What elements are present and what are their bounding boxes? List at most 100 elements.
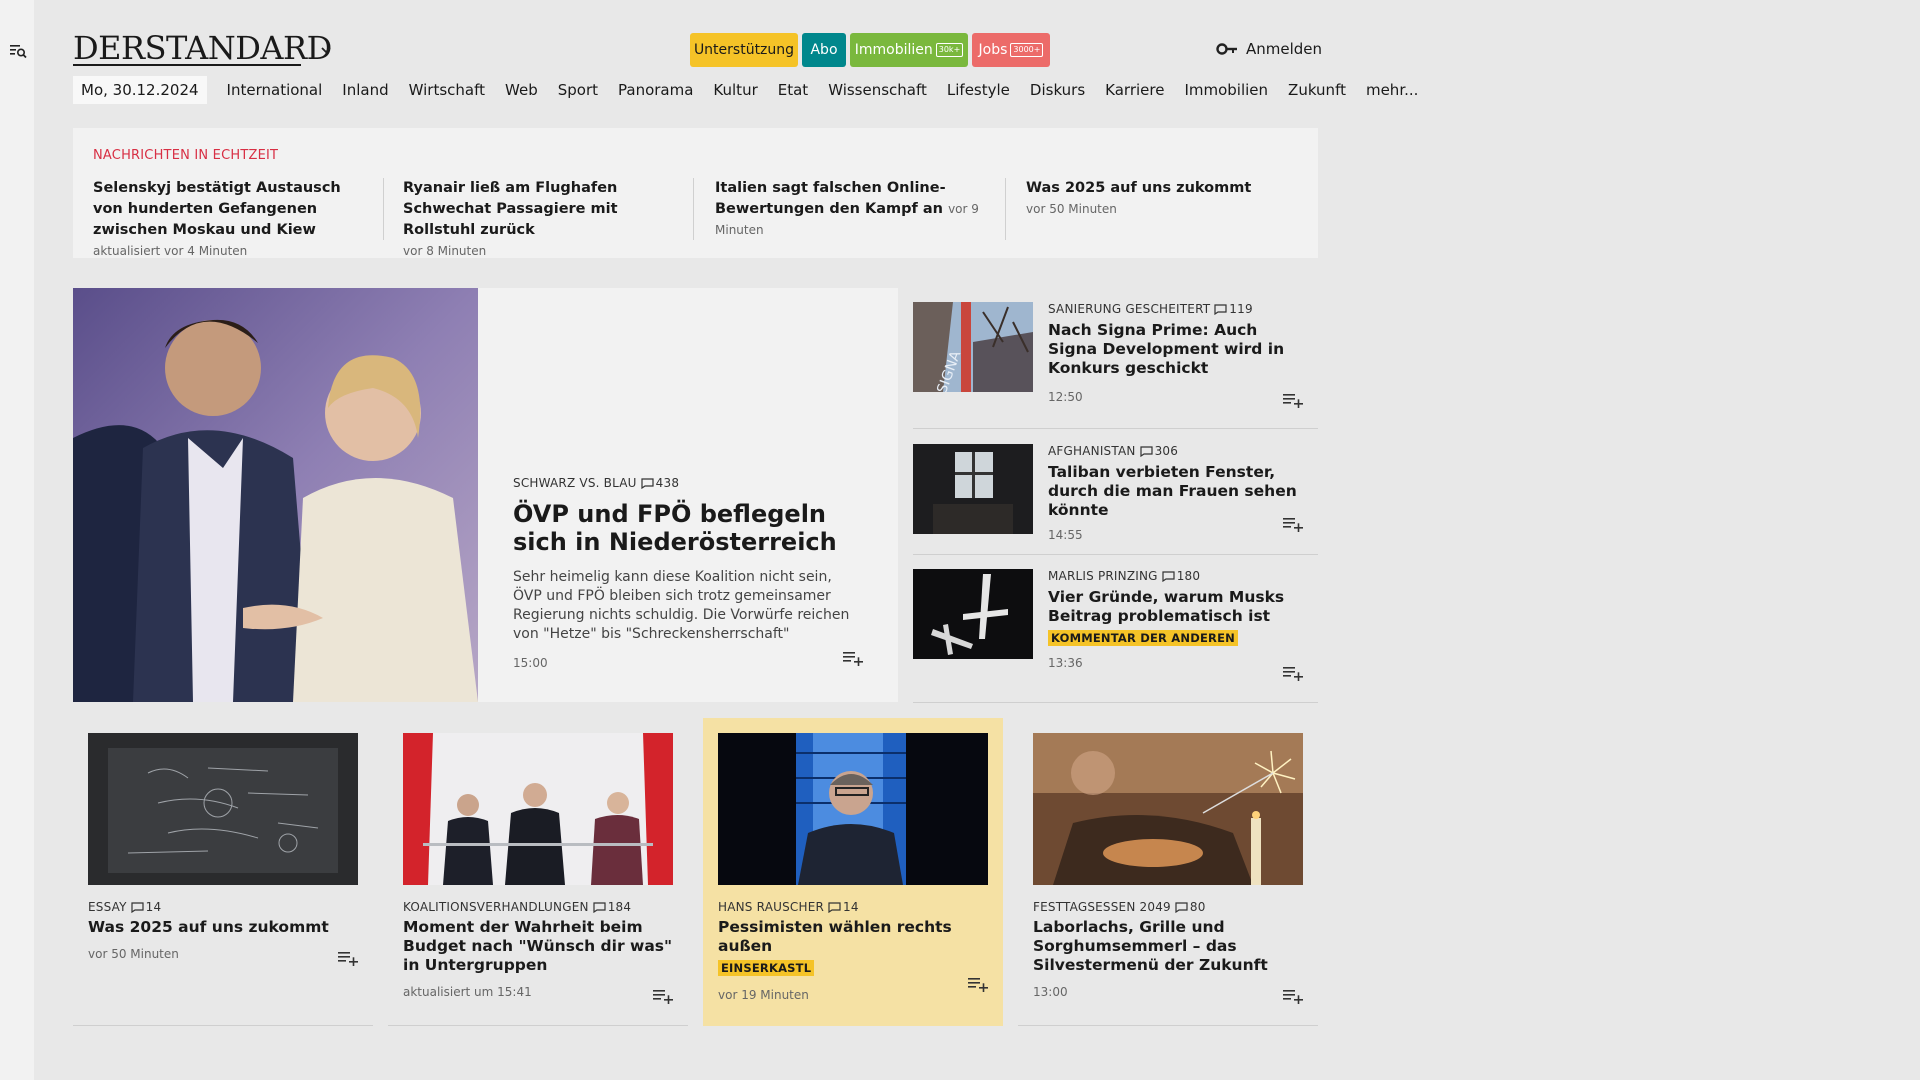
comment-count-value: 184: [607, 900, 632, 914]
side-story-comment-count[interactable]: 306: [1139, 444, 1179, 458]
divider: [73, 1025, 373, 1026]
card-title[interactable]: Laborlachs, Grille und Sorghumsemmerl – …: [1033, 918, 1303, 975]
side-story-title[interactable]: Nach Signa Prime: Auch Signa Development…: [1048, 321, 1308, 378]
ticker-headline: Ryanair ließ am Flughafen Schwechat Pass…: [403, 180, 618, 238]
nav-lifestyle[interactable]: Lifestyle: [947, 81, 1010, 99]
side-story-content: AFGHANISTAN 306 Taliban verbieten Fenste…: [1048, 444, 1308, 542]
hero-image: [73, 288, 478, 702]
ticker-meta: vor 8 Minuten: [403, 244, 487, 258]
ticker-headline: Italien sagt falschen Online-Bewer­tunge…: [715, 180, 946, 217]
divider: [913, 428, 1318, 429]
side-story[interactable]: MARLIS PRINZING 180 Vier Gründe, warum M…: [913, 569, 1318, 701]
nav-immobilien[interactable]: Immobilien: [1184, 81, 1268, 99]
add-to-list-icon[interactable]: [1283, 392, 1303, 408]
side-story-title[interactable]: Taliban verbieten Fenster, durch die man…: [1048, 463, 1308, 520]
hero-comment-count[interactable]: 438: [641, 476, 680, 490]
nav-etat[interactable]: Etat: [778, 81, 808, 99]
nav-wissenschaft[interactable]: Wissenschaft: [828, 81, 927, 99]
abo-label: Abo: [810, 42, 838, 58]
card-comment-count[interactable]: 80: [1175, 900, 1206, 914]
comment-count-value: 306: [1154, 444, 1179, 458]
card-kicker: KOALITIONSVERHANDLUNGEN 184: [403, 900, 673, 914]
ticker-item[interactable]: Italien sagt falschen Online-Bewer­tunge…: [715, 178, 995, 241]
card-comment-count[interactable]: 14: [131, 900, 162, 914]
nav-panorama[interactable]: Panorama: [618, 81, 693, 99]
site-logo[interactable]: DERSTANDARD: [73, 28, 332, 68]
login-button[interactable]: Anmelden: [1216, 38, 1322, 60]
nav-inland[interactable]: Inland: [342, 81, 388, 99]
comment-count-value: 119: [1229, 302, 1253, 316]
hero-teaser: Sehr heimelig kann diese Koalition nicht…: [513, 569, 850, 642]
story-card[interactable]: FESTTAGSESSEN 2049 80 Laborlachs, Grille…: [1018, 718, 1318, 1026]
card-comment-count[interactable]: 184: [593, 900, 632, 914]
story-card[interactable]: KOALITIONSVERHANDLUNGEN 184 Moment der W…: [388, 718, 688, 1026]
add-to-list-icon[interactable]: [1283, 665, 1303, 681]
nav-wirtschaft[interactable]: Wirtschaft: [409, 81, 485, 99]
comment-icon: [1162, 570, 1175, 582]
nav-web[interactable]: Web: [505, 81, 538, 99]
story-card[interactable]: ESSAY 14 Was 2025 auf uns zukommt vor 50…: [73, 718, 373, 1026]
card-title[interactable]: Pessimisten wählen rechts außen: [718, 918, 988, 956]
ticker-item[interactable]: Selenskyj bestätigt Austausch von hunder…: [93, 178, 373, 262]
nav-international[interactable]: International: [227, 81, 323, 99]
menu-search-icon[interactable]: [9, 42, 27, 60]
side-story-comment-count[interactable]: 180: [1162, 569, 1201, 583]
add-to-list-icon[interactable]: [1283, 988, 1303, 1004]
side-story-comment-count[interactable]: 119: [1214, 302, 1253, 316]
immobilien-badge: 30k+: [935, 43, 964, 57]
hero-story[interactable]: SCHWARZ VS. BLAU 438 ÖVP und FPÖ beflege…: [73, 288, 898, 702]
nav-karriere[interactable]: Karriere: [1105, 81, 1164, 99]
support-button[interactable]: Unterstützung: [690, 33, 798, 67]
nav-kultur[interactable]: Kultur: [713, 81, 757, 99]
side-story-kicker: MARLIS PRINZING 180: [1048, 569, 1308, 583]
nav-zukunft[interactable]: Zukunft: [1288, 81, 1346, 99]
add-to-list-icon[interactable]: [843, 650, 863, 666]
card-title[interactable]: Was 2025 auf uns zukommt: [88, 918, 358, 937]
card-kicker-text: HANS RAUSCHER: [718, 900, 825, 914]
abo-button[interactable]: Abo: [802, 33, 846, 67]
add-to-list-icon[interactable]: [653, 988, 673, 1004]
comment-count-value: 438: [655, 476, 680, 490]
add-to-list-icon[interactable]: [338, 950, 358, 966]
card-content: HANS RAUSCHER 14 Pessimisten wählen rech…: [718, 900, 988, 1002]
card-kicker-text: ESSAY: [88, 900, 127, 914]
card-title[interactable]: Moment der Wahrheit beim Budget nach "Wü…: [403, 918, 673, 975]
add-to-list-icon[interactable]: [968, 976, 988, 992]
hero-time: 15:00: [513, 656, 548, 670]
side-story-content: SANIERUNG GESCHEITERT 119 Nach Signa Pri…: [1048, 302, 1308, 404]
side-story[interactable]: AFGHANISTAN 306 Taliban verbieten Fenste…: [913, 444, 1318, 554]
live-ticker: NACHRICHTEN IN ECHTZEIT Selenskyj bestät…: [73, 128, 1318, 258]
card-kicker-text: FESTTAGSESSEN 2049: [1033, 900, 1171, 914]
card-comment-count[interactable]: 14: [828, 900, 859, 914]
chevron-down-icon[interactable]: [320, 44, 332, 56]
comment-icon: [131, 901, 144, 913]
comment-icon: [641, 477, 654, 489]
hero-kicker-text: SCHWARZ VS. BLAU: [513, 476, 637, 490]
side-story-time: 12:50: [1048, 390, 1083, 404]
side-story-title[interactable]: Vier Gründe, warum Musks Beitrag problem…: [1048, 588, 1308, 626]
ticker-headline: Was 2025 auf uns zukommt: [1026, 180, 1252, 196]
nav-diskurs[interactable]: Diskurs: [1030, 81, 1085, 99]
ticker-divider: [383, 178, 384, 240]
comment-count-value: 14: [145, 900, 162, 914]
ticker-meta: vor 50 Minuten: [1026, 202, 1117, 216]
current-date: Mo, 30.12.2024: [73, 76, 207, 104]
ticker-title: NACHRICHTEN IN ECHTZEIT: [93, 148, 279, 163]
comment-icon: [1214, 303, 1227, 315]
side-story-kicker: AFGHANISTAN 306: [1048, 444, 1308, 458]
add-to-list-icon[interactable]: [1283, 516, 1303, 532]
nav-more[interactable]: mehr...: [1366, 81, 1418, 99]
ticker-item[interactable]: Ryanair ließ am Flughafen Schwechat Pass…: [403, 178, 683, 262]
hero-title[interactable]: ÖVP und FPÖ beflegeln sich in Niederöste…: [513, 500, 863, 556]
side-story[interactable]: SIGNA SANIERUNG GESCHEITERT 119 Nach Sig…: [913, 302, 1318, 428]
logo-underline: [73, 64, 301, 66]
card-content: ESSAY 14 Was 2025 auf uns zukommt vor 50…: [88, 900, 358, 961]
comment-icon: [1139, 445, 1153, 457]
side-story-image: [913, 569, 1033, 659]
nav-sport[interactable]: Sport: [558, 81, 598, 99]
immobilien-button[interactable]: Immobilien 30k+: [850, 33, 968, 67]
ticker-item[interactable]: Was 2025 auf uns zukommt vor 50 Minuten: [1026, 178, 1306, 220]
card-content: KOALITIONSVERHANDLUNGEN 184 Moment der W…: [403, 900, 673, 999]
jobs-button[interactable]: Jobs 3000+: [972, 33, 1050, 67]
story-card-featured[interactable]: HANS RAUSCHER 14 Pessimisten wählen rech…: [703, 718, 1003, 1026]
